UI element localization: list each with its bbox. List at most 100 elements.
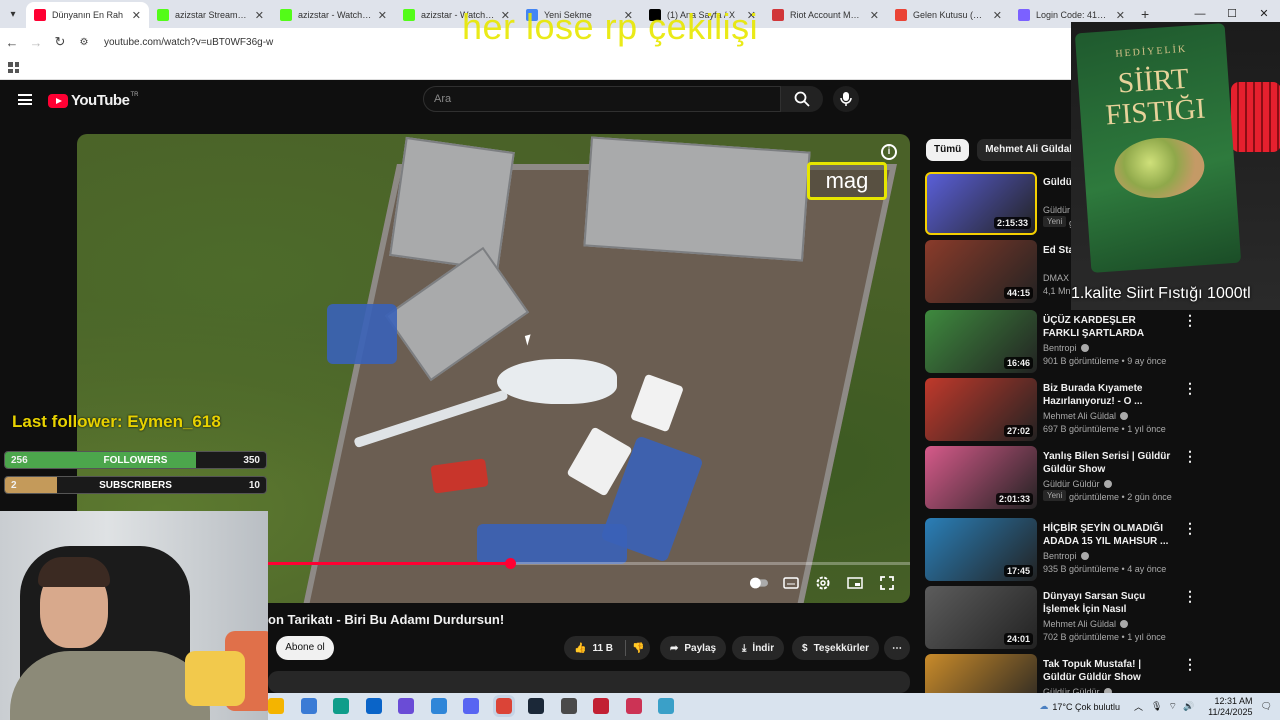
autoplay-toggle[interactable]: [750, 574, 768, 592]
more-options-icon[interactable]: ⋮: [1183, 448, 1197, 465]
recommended-video-title[interactable]: HİÇBİR ŞEYİN OLMADIĞI ADADA 15 YIL MAHSU…: [1043, 522, 1173, 548]
thanks-button[interactable]: $ Teşekkürler: [792, 636, 879, 660]
autoplay-icon: [750, 577, 768, 589]
followers-goal: 350: [243, 455, 260, 466]
more-actions-button[interactable]: ⋯: [884, 636, 910, 660]
copilot-icon[interactable]: [300, 698, 317, 714]
more-options-icon[interactable]: ⋮: [1183, 312, 1197, 329]
store-icon[interactable]: [430, 698, 447, 714]
video-thumbnail[interactable]: 17:45: [925, 518, 1037, 581]
browser-tab[interactable]: azizstar - Watch clips ✕: [272, 2, 395, 28]
like-count: 11 B: [592, 642, 614, 654]
recommended-video-channel[interactable]: Bentropi: [1043, 343, 1089, 353]
tab-search-button[interactable]: ▾: [0, 0, 26, 28]
recommended-video-title[interactable]: Yanlış Bilen Serisi | Güldür Güldür Show: [1043, 450, 1173, 476]
video-thumbnail[interactable]: 44:15: [925, 240, 1037, 303]
capture-icon[interactable]: [398, 698, 414, 714]
url-field[interactable]: youtube.com/watch?v=uBT0WF36g-w: [104, 37, 273, 48]
recommended-video-channel[interactable]: Bentropi: [1043, 551, 1089, 561]
tab-close-icon[interactable]: ✕: [870, 9, 879, 22]
recommended-video[interactable]: 17:45 HİÇBİR ŞEYİN OLMADIĞI ADADA 15 YIL…: [925, 518, 1275, 584]
voice-search-button[interactable]: [833, 86, 859, 112]
last-follower-label: Last follower: Eymen_618: [12, 412, 221, 431]
thumbs-down-icon[interactable]: 👎: [632, 643, 644, 654]
video-thumbnail[interactable]: 27:02: [925, 378, 1037, 441]
discord-icon[interactable]: [463, 698, 479, 714]
video-frame-helicopter: [347, 349, 647, 449]
recommended-video[interactable]: 16:46 ÜÇÜZ KARDEŞLER FARKLI ŞARTLARDA BÜ…: [925, 310, 1275, 376]
video-thumbnail[interactable]: 24:01: [925, 586, 1037, 649]
recommended-video-title[interactable]: Dünyayı Sarsan Suçu İşlemek İçin Nasıl K…: [1043, 590, 1173, 616]
chevron-up-icon[interactable]: ︿: [1134, 700, 1143, 713]
download-button[interactable]: ⤓ İndir: [732, 636, 785, 660]
channel-name: Güldür Güldür: [1043, 479, 1100, 489]
recommended-video-title[interactable]: ÜÇÜZ KARDEŞLER FARKLI ŞARTLARDA BÜYÜRSE …: [1043, 314, 1173, 340]
subtitles-button[interactable]: [782, 574, 800, 592]
youtube-logo[interactable]: YouTube TR: [48, 92, 138, 109]
fullscreen-button[interactable]: [878, 574, 896, 592]
outlook-icon[interactable]: [365, 698, 382, 714]
info-icon[interactable]: i: [881, 144, 897, 160]
new-badge: Yeni: [1043, 490, 1067, 501]
subscribers-goal: 10: [248, 480, 260, 491]
browser-tab[interactable]: azizstar Stream - Wa ✕: [149, 2, 272, 28]
tab-close-icon[interactable]: ✕: [255, 9, 264, 22]
more-options-icon[interactable]: ⋮: [1183, 380, 1197, 397]
browser-tab[interactable]: Gelen Kutusu (7.266) ✕: [887, 2, 1010, 28]
recommended-video-channel[interactable]: Mehmet Ali Güldal: [1043, 411, 1129, 421]
share-button[interactable]: ➦ Paylaş: [660, 636, 727, 660]
search-input[interactable]: Ara: [423, 86, 781, 112]
notification-icon[interactable]: 🗨: [1261, 701, 1272, 712]
description-box[interactable]: [268, 671, 910, 693]
back-button[interactable]: ←: [0, 35, 24, 50]
youtube-play-icon: [48, 93, 68, 108]
recommended-video-channel[interactable]: Mehmet Ali Güldal: [1043, 619, 1129, 629]
app-icon[interactable]: [625, 698, 642, 714]
clock[interactable]: 12:31 AM 11/24/2025: [1208, 696, 1252, 718]
tab-close-icon[interactable]: ✕: [1116, 9, 1125, 22]
site-info-icon[interactable]: ⚙: [72, 37, 96, 48]
more-options-icon[interactable]: ⋮: [1183, 656, 1197, 673]
tab-close-icon[interactable]: ✕: [993, 9, 1002, 22]
file-explorer-icon[interactable]: [268, 698, 284, 714]
search-button[interactable]: [781, 86, 823, 112]
wow-icon[interactable]: [560, 698, 577, 714]
recommended-video[interactable]: 2:01:33 Yanlış Bilen Serisi | Güldür Gül…: [925, 446, 1275, 512]
chrome-icon[interactable]: [492, 695, 515, 717]
pistachio-ad-overlay: HEDİYELİK SİİRT FISTIĞI 1.kalite Siirt F…: [1071, 22, 1280, 310]
reload-button[interactable]: ↻: [48, 34, 72, 50]
tab-close-icon[interactable]: ✕: [378, 9, 387, 22]
video-thumbnail[interactable]: 2:15:33: [925, 172, 1037, 235]
browser-tab[interactable]: Dünyanın En Rah ✕: [26, 2, 149, 28]
new-tab-button[interactable]: +: [1141, 6, 1149, 22]
recommended-video-title[interactable]: Biz Burada Kıyamete Hazırlanıyoruz! - O …: [1043, 382, 1173, 408]
video-thumbnail[interactable]: 16:46: [925, 310, 1037, 373]
subscribe-button[interactable]: Abone ol: [276, 636, 334, 660]
recommended-video-title[interactable]: Tak Topuk Mustafa! | Güldür Güldür Show: [1043, 658, 1173, 684]
microphone-icon[interactable]: 🎙: [1151, 701, 1162, 712]
tab-favicon-icon: [1018, 9, 1030, 21]
apps-grid-icon[interactable]: [8, 62, 19, 73]
tab-close-icon[interactable]: ✕: [132, 9, 141, 22]
like-button[interactable]: 👍 11 B 👎: [564, 636, 651, 660]
valorant-icon[interactable]: [593, 698, 609, 714]
more-options-icon[interactable]: ⋮: [1183, 588, 1197, 605]
miniplayer-button[interactable]: [846, 574, 864, 592]
recommended-video[interactable]: 24:01 Dünyayı Sarsan Suçu İşlemek İçin N…: [925, 586, 1275, 652]
more-options-icon[interactable]: ⋮: [1183, 520, 1197, 537]
browser-tab[interactable]: Riot Account Manag ✕: [764, 2, 887, 28]
weather-widget[interactable]: ☁ 17°C Çok bulutlu: [1039, 701, 1120, 712]
settings-button[interactable]: [814, 574, 832, 592]
steam-icon[interactable]: [528, 698, 544, 714]
recommended-video[interactable]: 27:02 Biz Burada Kıyamete Hazırlanıyoruz…: [925, 378, 1275, 444]
video-thumbnail[interactable]: 2:01:33: [925, 446, 1037, 509]
forward-button[interactable]: →: [24, 35, 48, 50]
chip-all[interactable]: Tümü: [926, 139, 970, 161]
menu-icon[interactable]: [18, 94, 32, 105]
notepad-icon[interactable]: [658, 698, 674, 714]
recommended-video-channel[interactable]: Güldür Güldür: [1043, 479, 1112, 489]
speaker-icon[interactable]: 🔊: [1183, 701, 1194, 712]
followers-goal-bar: 256 FOLLOWERS 350: [4, 451, 267, 469]
edge-icon[interactable]: [333, 698, 349, 714]
wifi-icon[interactable]: ⌔: [1168, 701, 1176, 712]
